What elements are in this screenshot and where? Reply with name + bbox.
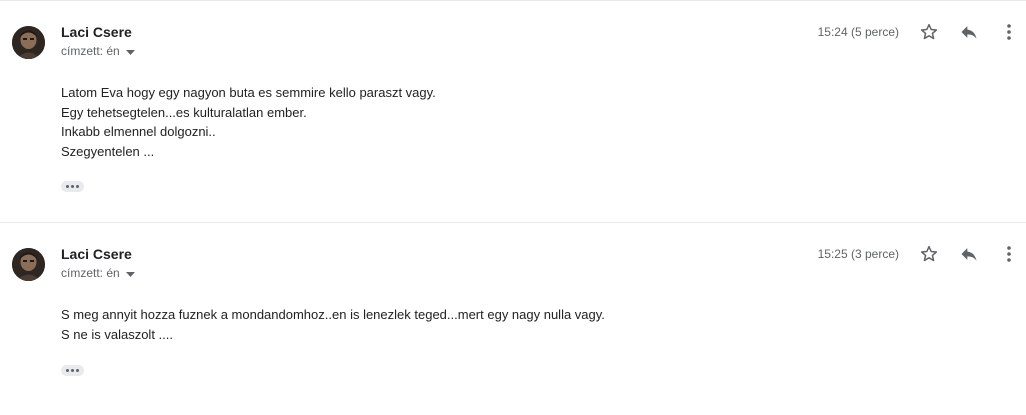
- avatar[interactable]: [12, 248, 45, 281]
- top-divider: [0, 0, 1026, 1]
- more-vert-icon[interactable]: [997, 20, 1021, 44]
- body-line: Egy tehetsegtelen...es kulturalatlan emb…: [61, 104, 307, 120]
- body-line: Szegyentelen ...: [61, 143, 155, 159]
- star-icon[interactable]: [917, 242, 941, 266]
- body-line: S meg annyit hozza fuznek a mondandomhoz…: [61, 307, 605, 322]
- sender-name[interactable]: Laci Csere: [61, 246, 132, 262]
- recipient-label: címzett: én: [61, 44, 120, 58]
- more-horiz-icon: [66, 369, 69, 372]
- avatar[interactable]: [12, 26, 45, 59]
- caret-down-icon[interactable]: [125, 266, 135, 280]
- body-line: S ne is valaszolt ....: [61, 326, 173, 342]
- message-time: 15:24 (5 perce): [817, 25, 899, 39]
- message-body: S meg annyit hozza fuznek a mondandomhoz…: [61, 305, 605, 344]
- recipient-line: címzett: én: [61, 44, 135, 58]
- show-trimmed-content-button[interactable]: [61, 181, 84, 192]
- message-divider: [0, 222, 1026, 223]
- message-time: 15:25 (3 perce): [817, 247, 899, 261]
- reply-icon[interactable]: [957, 20, 981, 44]
- sender-name[interactable]: Laci Csere: [61, 24, 132, 40]
- more-horiz-icon: [66, 185, 69, 188]
- body-line: Inkabb elmennel dolgozni..: [61, 124, 216, 139]
- reply-icon[interactable]: [957, 242, 981, 266]
- star-icon[interactable]: [917, 20, 941, 44]
- recipient-line: címzett: én: [61, 266, 135, 280]
- body-line: Latom Eva hogy egy nagyon buta es semmir…: [61, 85, 436, 100]
- caret-down-icon[interactable]: [125, 44, 135, 58]
- show-trimmed-content-button[interactable]: [61, 365, 84, 376]
- message-body: Latom Eva hogy egy nagyon buta es semmir…: [61, 83, 436, 161]
- recipient-label: címzett: én: [61, 266, 120, 280]
- more-vert-icon[interactable]: [997, 242, 1021, 266]
